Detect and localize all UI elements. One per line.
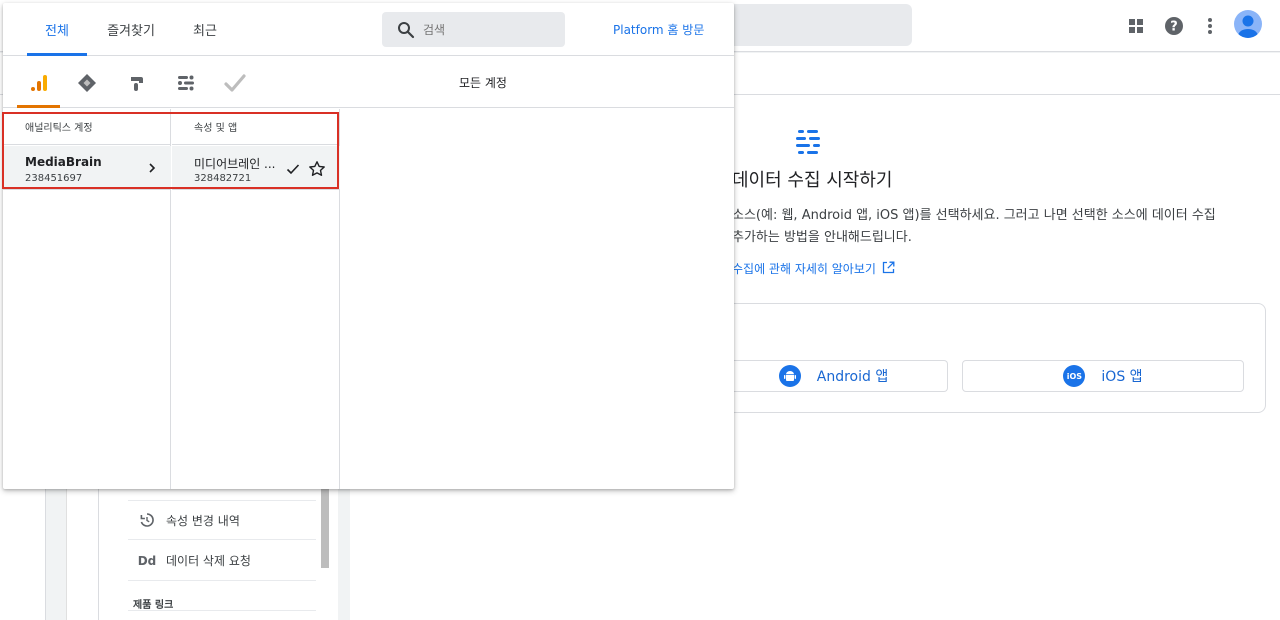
- main-search-bar[interactable]: [732, 4, 912, 46]
- properties-column: 속성 및 앱 미디어브레인 ... 328482721: [172, 109, 340, 489]
- android-app-label: Android 앱: [816, 369, 889, 385]
- surveys-icon[interactable]: [215, 57, 255, 108]
- tab-all[interactable]: 전체: [27, 3, 87, 56]
- admin-item-label: 데이터 삭제 요청: [166, 554, 251, 568]
- account-id: 238451697: [25, 173, 83, 184]
- svg-text:?: ?: [1170, 20, 1178, 35]
- product-links-heading: 제품 링크: [133, 600, 174, 611]
- picker-tab-bar: 전체 즐겨찾기 최근 Platform 홈 방문: [3, 3, 734, 56]
- more-vert-icon[interactable]: [1198, 14, 1222, 38]
- chevron-right-icon: [147, 162, 157, 174]
- platform-home-link[interactable]: Platform 홈 방문: [613, 3, 704, 56]
- star-outline-icon[interactable]: [308, 160, 326, 178]
- search-input[interactable]: [423, 22, 553, 37]
- property-id: 328482721: [194, 173, 252, 184]
- admin-item-data-deletion[interactable]: Dd 데이터 삭제 요청: [128, 541, 316, 581]
- admin-item-label: 속성 변경 내역: [166, 513, 240, 528]
- android-icon: [778, 365, 801, 387]
- picker-search-box[interactable]: [382, 12, 565, 47]
- property-name: 미디어브레인 ...: [194, 157, 276, 171]
- accounts-column: 애널리틱스 계정 MediaBrain 238451697: [3, 109, 171, 489]
- help-icon[interactable]: ?: [1162, 14, 1186, 38]
- learn-more-label: 수집에 관해 자세히 알아보기: [732, 262, 876, 276]
- tag-manager-icon[interactable]: [67, 57, 107, 108]
- account-name: MediaBrain: [25, 155, 102, 169]
- divider: [128, 610, 316, 611]
- history-icon: [136, 512, 158, 528]
- check-icon: [286, 163, 300, 175]
- page-title: 데이터 수집 시작하기: [732, 170, 893, 191]
- data-studio-icon[interactable]: [166, 57, 206, 108]
- ios-app-label: iOS 앱: [1101, 369, 1143, 385]
- tab-favorites[interactable]: 즐겨찾기: [100, 3, 162, 56]
- search-icon: [397, 21, 415, 39]
- properties-column-header: 속성 및 앱: [172, 109, 340, 145]
- account-picker-dialog: 전체 즐겨찾기 최근 Platform 홈 방문 모든 계정 애널리틱스 계정: [3, 3, 734, 489]
- description-line: 소스(예: 웹, Android 앱, iOS 앱)를 선택하세요. 그러고 나…: [732, 208, 1216, 223]
- tab-recent[interactable]: 최근: [183, 3, 227, 56]
- ios-icon: iOS: [1063, 365, 1086, 387]
- all-accounts-label: 모든 계정: [459, 76, 507, 90]
- ios-app-button[interactable]: iOS iOS 앱: [962, 360, 1244, 392]
- optimize-icon[interactable]: [117, 57, 157, 108]
- data-deletion-icon: Dd: [137, 553, 157, 568]
- analytics-icon[interactable]: [17, 57, 60, 108]
- android-app-button[interactable]: Android 앱: [720, 360, 948, 392]
- avatar[interactable]: [1234, 10, 1262, 38]
- admin-item-property-history[interactable]: 속성 변경 내역: [128, 500, 316, 540]
- data-stream-icon: [794, 128, 822, 160]
- platform-chooser-box: [720, 303, 1266, 413]
- description-line: 추가하는 방법을 안내해드립니다.: [732, 230, 912, 245]
- account-row-mediabrain[interactable]: MediaBrain 238451697: [3, 146, 171, 190]
- open-in-new-icon: [882, 261, 895, 277]
- learn-more-link[interactable]: 수집에 관해 자세히 알아보기: [732, 260, 895, 277]
- admin-scrollbar[interactable]: [321, 488, 329, 568]
- accounts-column-header: 애널리틱스 계정: [3, 109, 171, 145]
- apps-grid-icon[interactable]: [1124, 14, 1148, 38]
- property-row[interactable]: 미디어브레인 ... 328482721: [172, 146, 340, 190]
- product-switcher: 모든 계정: [3, 57, 734, 108]
